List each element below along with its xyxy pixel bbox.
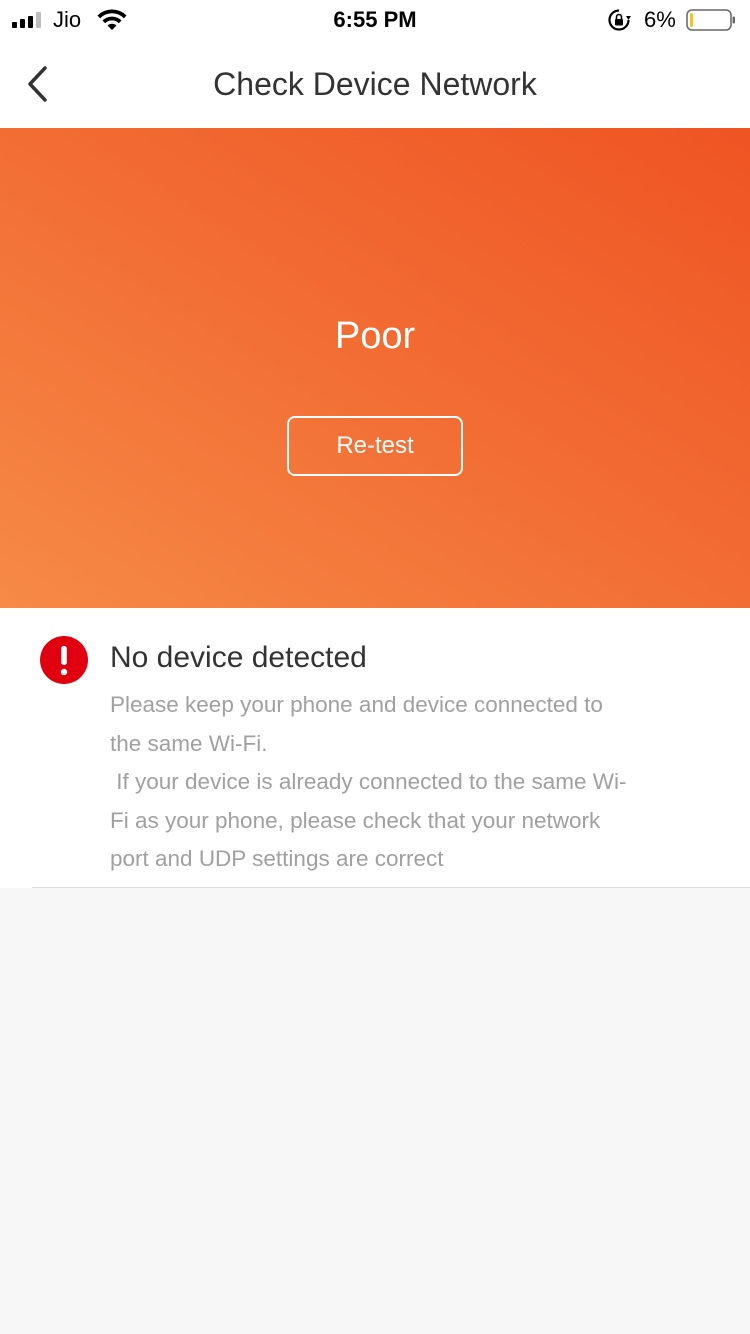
alert-icon [40,636,88,684]
screen: Jio 6:55 PM 6% Check Device Network Poor… [0,0,750,1334]
description-line: port and UDP settings are correct [110,846,444,871]
orientation-lock-icon [608,9,631,31]
back-button[interactable] [18,60,62,108]
retest-button[interactable]: Re-test [287,416,463,476]
status-time: 6:55 PM [333,7,417,32]
page-title: Check Device Network [213,66,537,102]
chevron-left-icon [28,66,47,102]
result-description: Please keep your phone and device connec… [110,686,710,879]
divider [32,887,750,888]
description-line: Fi as your phone, please check that your… [110,807,601,833]
description-line: the same Wi-Fi. [110,730,268,756]
description-line: Please keep your phone and device connec… [110,692,603,717]
diagnostic-result: No device detected Please keep your phon… [0,608,750,888]
network-quality-label: Poor [334,315,416,357]
description-line: If your device is already connected to t… [110,769,627,794]
network-status-banner: Poor Re-test [0,128,750,608]
result-title: No device detected [110,641,367,674]
status-bar: Jio 6:55 PM 6% [0,0,750,40]
battery-percent: 6% [644,7,676,32]
battery-icon [686,9,735,31]
nav-bar: Check Device Network [0,40,750,128]
